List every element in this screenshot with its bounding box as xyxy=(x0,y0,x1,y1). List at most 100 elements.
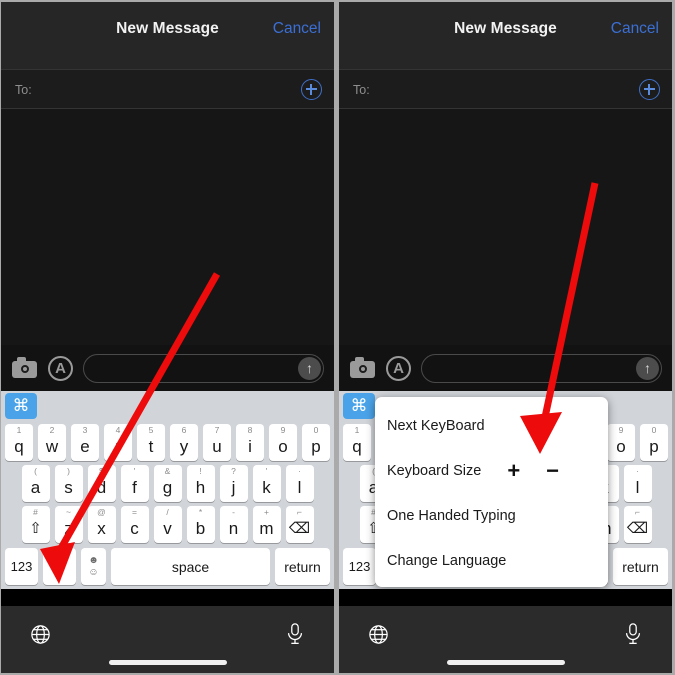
key-z[interactable]: ~z xyxy=(54,506,83,543)
key-hint: 1 xyxy=(354,425,360,435)
numeric-key[interactable]: 123 xyxy=(5,548,38,585)
plus-circle-icon[interactable] xyxy=(301,79,322,100)
key-hint: 6 xyxy=(181,425,187,435)
key-hint: * xyxy=(198,507,203,517)
key-b[interactable]: *b xyxy=(186,506,215,543)
keyboard-row-4: 123 ☻ ☺ space return xyxy=(1,548,334,585)
key-o[interactable]: 9o xyxy=(607,424,635,461)
key-hint: ~ xyxy=(66,507,71,517)
key-glyph: o xyxy=(616,437,626,456)
return-key[interactable]: return xyxy=(275,548,330,585)
camera-icon[interactable] xyxy=(11,355,38,382)
key-glyph: y xyxy=(179,437,189,456)
key-j[interactable]: ?j xyxy=(219,465,248,502)
key-hint: 7 xyxy=(214,425,220,435)
backspace-key[interactable]: ⌐ ⌫ xyxy=(623,506,652,543)
key-p[interactable]: 0p xyxy=(640,424,668,461)
key-hint: @ xyxy=(97,507,106,517)
key-x[interactable]: @x xyxy=(87,506,116,543)
backspace-icon: ⌫ xyxy=(288,520,311,537)
key-glyph: d xyxy=(96,478,107,497)
numeric-key[interactable]: 123 xyxy=(343,548,376,585)
key-a[interactable]: (a xyxy=(21,465,50,502)
shift-key[interactable]: # ⇧ xyxy=(21,506,50,543)
keyboard-size-decrease-button[interactable]: − xyxy=(546,459,559,481)
camera-lens xyxy=(358,364,367,373)
return-key[interactable]: return xyxy=(613,548,668,585)
key-hint: ) xyxy=(67,466,70,476)
key-hint: / xyxy=(166,507,169,517)
key-p[interactable]: 0p xyxy=(302,424,330,461)
arrow-up-icon[interactable]: ↑ xyxy=(636,356,659,380)
key-hint: + xyxy=(264,507,269,517)
backspace-key[interactable]: ⌐ ⌫ xyxy=(285,506,314,543)
key-v[interactable]: /v xyxy=(153,506,182,543)
key-hint: 8 xyxy=(247,425,253,435)
key-c[interactable]: =c xyxy=(120,506,149,543)
key-q[interactable]: 1q xyxy=(343,424,371,461)
key-glyph: v xyxy=(163,519,172,538)
keyboard-settings-popup-menu: Next KeyBoard Keyboard Size + − One Hand… xyxy=(375,397,608,587)
key-glyph: k xyxy=(262,478,271,497)
conversation-area xyxy=(1,109,334,345)
key-hint: 2 xyxy=(49,425,55,435)
key-k[interactable]: 'k xyxy=(252,465,281,502)
key-e[interactable]: 3e xyxy=(71,424,99,461)
key-l[interactable]: · l xyxy=(623,465,652,502)
key-t[interactable]: 5t xyxy=(137,424,165,461)
recipient-row[interactable]: To: xyxy=(1,69,334,109)
message-input-field[interactable]: ↑ xyxy=(83,353,324,383)
key-q[interactable]: 1q xyxy=(5,424,33,461)
keyboard-size-increase-button[interactable]: + xyxy=(507,459,520,481)
gear-key[interactable] xyxy=(43,548,76,585)
globe-icon[interactable] xyxy=(29,623,52,646)
keyboard: ⌘ 1q 2w 3e 4r 5t 6y 7u 8i 9o 0p (a )s $d… xyxy=(339,391,672,589)
key-g[interactable]: &g xyxy=(153,465,182,502)
key-w[interactable]: 2w xyxy=(38,424,66,461)
camera-icon[interactable] xyxy=(349,355,376,382)
key-r[interactable]: 4r xyxy=(104,424,132,461)
key-d[interactable]: $d xyxy=(87,465,116,502)
key-o[interactable]: 9o xyxy=(269,424,297,461)
key-hint: ( xyxy=(34,466,37,476)
key-m[interactable]: +m xyxy=(252,506,281,543)
arrow-up-icon[interactable]: ↑ xyxy=(298,356,321,380)
recipient-row[interactable]: To: xyxy=(339,69,672,109)
message-input-field[interactable]: ↑ xyxy=(421,353,662,383)
microphone-icon[interactable] xyxy=(622,622,644,651)
cancel-button[interactable]: Cancel xyxy=(611,20,659,38)
menu-item-one-handed-typing[interactable]: One Handed Typing xyxy=(375,493,608,538)
key-h[interactable]: !h xyxy=(186,465,215,502)
menu-item-next-keyboard[interactable]: Next KeyBoard xyxy=(375,403,608,448)
cancel-button[interactable]: Cancel xyxy=(273,20,321,38)
menu-item-keyboard-size[interactable]: Keyboard Size + − xyxy=(375,448,608,493)
plus-circle-icon[interactable] xyxy=(639,79,660,100)
emoji-key[interactable]: ☻ ☺ xyxy=(81,548,106,585)
right-phone-panel: New Message Cancel To: A ↑ ⌘ 1 q 9 o 0 p… xyxy=(339,2,672,673)
app-store-icon[interactable]: A xyxy=(385,355,412,382)
key-s[interactable]: )s xyxy=(54,465,83,502)
app-store-glyph: A xyxy=(386,355,411,381)
key-hint: = xyxy=(132,507,137,517)
key-y[interactable]: 6y xyxy=(170,424,198,461)
key-hint: ? xyxy=(231,466,236,476)
key-f[interactable]: 'f xyxy=(120,465,149,502)
key-glyph: h xyxy=(195,478,206,497)
command-key[interactable]: ⌘ xyxy=(5,393,37,419)
command-key[interactable]: ⌘ xyxy=(343,393,375,419)
message-input-toolbar: A ↑ xyxy=(1,345,334,391)
key-u[interactable]: 7u xyxy=(203,424,231,461)
app-store-icon[interactable]: A xyxy=(47,355,74,382)
emoji-icon-top: ☻ xyxy=(88,555,99,566)
globe-icon[interactable] xyxy=(367,623,390,646)
menu-item-label: Next KeyBoard xyxy=(387,417,485,434)
key-glyph: m xyxy=(259,519,274,538)
key-hint: 9 xyxy=(280,425,286,435)
key-hint: 3 xyxy=(82,425,88,435)
space-key[interactable]: space xyxy=(111,548,270,585)
key-n[interactable]: -n xyxy=(219,506,248,543)
menu-item-change-language[interactable]: Change Language xyxy=(375,538,608,583)
key-i[interactable]: 8i xyxy=(236,424,264,461)
key-l[interactable]: · l xyxy=(285,465,314,502)
microphone-icon[interactable] xyxy=(284,622,306,651)
